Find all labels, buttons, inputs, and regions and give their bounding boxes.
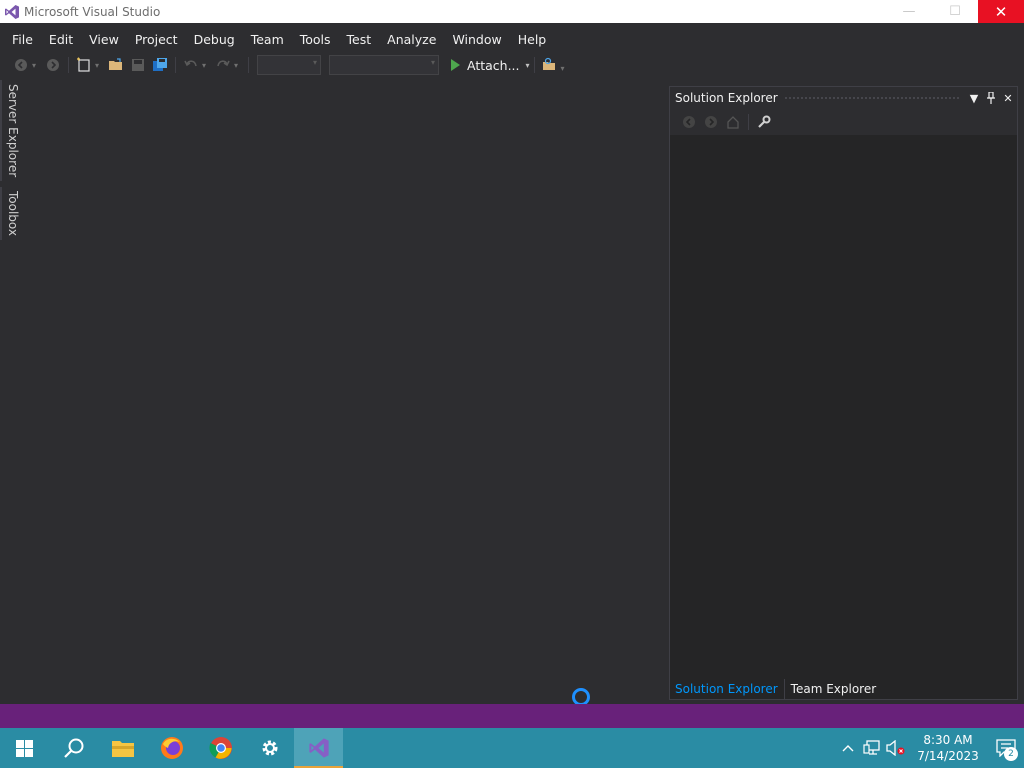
forward-icon[interactable] [703,114,719,130]
menu-project[interactable]: Project [127,28,186,52]
redo-dropdown-icon[interactable]: ▾ [234,61,242,70]
maximize-button[interactable]: ☐ [932,0,978,23]
network-icon[interactable] [860,728,884,768]
standard-toolbar: ▾ ▾ ▾ ▾ ▾ ▾ Attach... ▾ ▾ [0,53,600,77]
server-explorer-label: Server Explorer [6,84,20,178]
window-controls: — ☐ ✕ [886,0,1024,23]
undo-icon[interactable] [183,57,199,73]
close-button[interactable]: ✕ [978,0,1024,23]
clock-date: 7/14/2023 [917,749,979,763]
toolbar-overflow-icon[interactable]: ▾ [561,64,569,73]
chevron-down-icon: ▾ [430,58,435,67]
back-icon[interactable] [681,114,697,130]
solution-explorer-title: Solution Explorer [675,91,778,105]
menu-edit[interactable]: Edit [41,28,81,52]
windows-taskbar: 8:30 AM 7/14/2023 2 [0,728,1024,768]
menu-help[interactable]: Help [510,28,555,52]
window-title: Microsoft Visual Studio [24,4,161,19]
navigate-back-icon[interactable] [13,57,29,73]
solution-configuration-combo[interactable]: ▾ [257,55,321,75]
file-explorer-icon[interactable] [98,728,147,768]
menu-bar: File Edit View Project Debug Team Tools … [0,28,554,52]
menu-window[interactable]: Window [444,28,509,52]
tab-solution-explorer[interactable]: Solution Explorer [669,679,785,699]
solution-explorer-toolbar [670,109,1017,135]
toolbar-separator [175,57,176,73]
toolbar-separator [248,57,249,73]
toolbar-separator [533,57,535,73]
chevron-up-icon[interactable] [836,728,860,768]
solution-platform-combo[interactable]: ▾ [329,55,439,75]
properties-wrench-icon[interactable] [756,114,772,130]
header-grip [783,95,960,101]
toolbar-separator [68,57,69,73]
volume-muted-icon[interactable] [884,728,908,768]
windows-start-icon[interactable] [0,728,49,768]
menu-test[interactable]: Test [339,28,380,52]
solution-explorer-bottom-tabs: Solution Explorer Team Explorer [669,679,882,699]
menu-analyze[interactable]: Analyze [379,28,444,52]
editor-area [24,80,666,706]
menu-file[interactable]: File [4,28,41,52]
status-bar [0,704,1024,728]
toolbox-label: Toolbox [6,191,20,237]
firefox-icon[interactable] [147,728,196,768]
left-tool-window-tabs: Server Explorer Toolbox [0,80,24,241]
menu-view[interactable]: View [81,28,127,52]
minimize-button[interactable]: — [886,0,932,23]
save-all-icon[interactable] [152,57,168,73]
tab-team-explorer[interactable]: Team Explorer [785,679,883,699]
play-icon [451,59,460,71]
undo-dropdown-icon[interactable]: ▾ [202,61,210,70]
home-icon[interactable] [725,114,741,130]
solution-tree[interactable] [670,135,1017,679]
title-bar: Microsoft Visual Studio — ☐ ✕ [0,0,1024,23]
settings-gear-icon[interactable] [245,728,294,768]
menu-team[interactable]: Team [243,28,292,52]
navigate-back-dropdown-icon[interactable]: ▾ [32,61,40,70]
tab-server-explorer[interactable]: Server Explorer [0,80,24,182]
open-folder-icon[interactable] [108,57,124,73]
navigate-forward-icon[interactable] [45,57,61,73]
solution-explorer-panel: Solution Explorer ▼ ✕ [669,86,1018,700]
visual-studio-taskbar-icon[interactable] [294,728,343,768]
close-icon[interactable]: ✕ [1000,90,1016,106]
window-position-dropdown-icon[interactable]: ▼ [966,90,982,106]
notification-count-badge: 2 [1004,747,1018,761]
new-project-icon[interactable] [76,57,92,73]
chevron-down-icon[interactable]: ▾ [526,61,530,70]
solution-explorer-header: Solution Explorer ▼ ✕ [670,87,1017,109]
action-center-button[interactable]: 2 [988,728,1024,768]
system-tray: 8:30 AM 7/14/2023 2 [836,728,1024,768]
search-icon[interactable] [49,728,98,768]
chevron-down-icon: ▾ [312,58,317,67]
clock-time: 8:30 AM [923,733,973,747]
redo-icon[interactable] [215,57,231,73]
visual-studio-logo-icon [5,4,19,19]
taskbar-clock[interactable]: 8:30 AM 7/14/2023 [914,732,982,764]
find-in-files-icon[interactable] [542,57,558,73]
attach-button[interactable]: Attach... ▾ [451,58,530,73]
menu-tools[interactable]: Tools [292,28,339,52]
save-icon[interactable] [130,57,146,73]
tab-toolbox[interactable]: Toolbox [0,187,24,241]
attach-label: Attach... [467,57,520,73]
menu-debug[interactable]: Debug [186,28,243,52]
pin-icon[interactable] [983,90,999,106]
toolbar-separator [748,114,749,130]
chrome-icon[interactable] [196,728,245,768]
new-project-dropdown-icon[interactable]: ▾ [95,61,103,70]
